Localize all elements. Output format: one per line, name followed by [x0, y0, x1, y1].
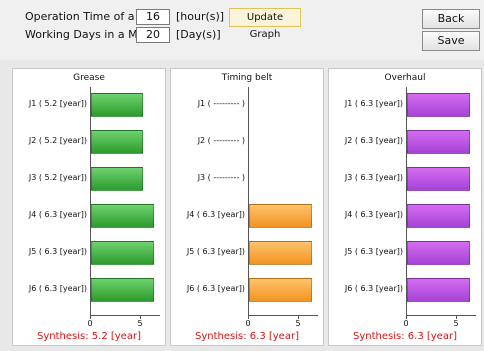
grease-bar: [91, 167, 143, 191]
timing-belt-chart-title: Timing belt: [221, 73, 273, 83]
grease-row-label: J4 ( 6.3 [year]): [28, 210, 87, 219]
back-button[interactable]: Back: [422, 9, 480, 29]
working-days-unit: [Day(s)]: [176, 28, 221, 41]
grease-chart-panel: Grease Synthesis: 5.2 [year] J1 ( 5.2 [y…: [12, 68, 166, 346]
settings-bar: Operation Time of a Day : 16 [hour(s)] W…: [0, 0, 484, 60]
overhaul-row-label: J6 ( 6.3 [year]): [344, 284, 403, 293]
timing-belt-x-tick-label: 0: [245, 319, 251, 328]
overhaul-row-label: J2 ( 6.3 [year]): [344, 136, 403, 145]
overhaul-bar: [407, 241, 470, 265]
timing-belt-row-label: J2 ( --------- ): [197, 136, 245, 145]
timing-belt-x-tick-label: 5: [295, 319, 301, 328]
timing-belt-row-label: J5 ( 6.3 [year]): [186, 247, 245, 256]
overhaul-bar: [407, 93, 470, 117]
grease-row-label: J1 ( 5.2 [year]): [28, 99, 87, 108]
timing-belt-bar: [249, 204, 312, 228]
timing-belt-bar: [249, 241, 312, 265]
overhaul-chart-title: Overhaul: [384, 73, 426, 83]
overhaul-row-label: J3 ( 6.3 [year]): [344, 173, 403, 182]
overhaul-bar: [407, 167, 470, 191]
overhaul-chart-panel: Overhaul Synthesis: 6.3 [year] J1 ( 6.3 …: [328, 68, 482, 346]
overhaul-bar: [407, 130, 470, 154]
overhaul-row-label: J4 ( 6.3 [year]): [344, 210, 403, 219]
grease-x-tick-label: 0: [87, 319, 93, 328]
timing-belt-bar: [249, 278, 312, 302]
timing-belt-row-label: J1 ( --------- ): [197, 99, 245, 108]
grease-x-tick-label: 5: [137, 319, 143, 328]
timing-belt-synthesis: Synthesis: 6.3 [year]: [195, 331, 299, 342]
grease-bar: [91, 93, 143, 117]
grease-chart-title: Grease: [73, 73, 105, 83]
overhaul-bar: [407, 278, 470, 302]
grease-bar: [91, 241, 154, 265]
grease-bar: [91, 130, 143, 154]
overhaul-row-label: J1 ( 6.3 [year]): [344, 99, 403, 108]
overhaul-bar: [407, 204, 470, 228]
grease-row-label: J6 ( 6.3 [year]): [28, 284, 87, 293]
grease-x-axis: [90, 315, 160, 316]
overhaul-x-tick-label: 5: [453, 319, 459, 328]
timing-belt-chart-panel: Timing belt Synthesis: 6.3 [year] J1 ( -…: [170, 68, 324, 346]
operation-time-unit: [hour(s)]: [176, 10, 225, 23]
grease-bar: [91, 204, 154, 228]
grease-bar: [91, 278, 154, 302]
timing-belt-row-label: J4 ( 6.3 [year]): [186, 210, 245, 219]
timing-belt-row-label: J6 ( 6.3 [year]): [186, 284, 245, 293]
grease-row-label: J2 ( 5.2 [year]): [28, 136, 87, 145]
update-graph-button[interactable]: Update Graph: [229, 8, 301, 40]
overhaul-row-label: J5 ( 6.3 [year]): [344, 247, 403, 256]
grease-row-label: J5 ( 6.3 [year]): [28, 247, 87, 256]
save-button[interactable]: Save: [422, 31, 480, 51]
grease-synthesis: Synthesis: 5.2 [year]: [37, 331, 141, 342]
timing-belt-x-axis: [248, 315, 318, 316]
overhaul-synthesis: Synthesis: 6.3 [year]: [353, 331, 457, 342]
operation-time-input[interactable]: 16: [136, 9, 170, 25]
timing-belt-row-label: J3 ( --------- ): [197, 173, 245, 182]
overhaul-x-tick-label: 0: [403, 319, 409, 328]
working-days-input[interactable]: 20: [136, 27, 170, 43]
overhaul-x-axis: [406, 315, 476, 316]
grease-row-label: J3 ( 5.2 [year]): [28, 173, 87, 182]
